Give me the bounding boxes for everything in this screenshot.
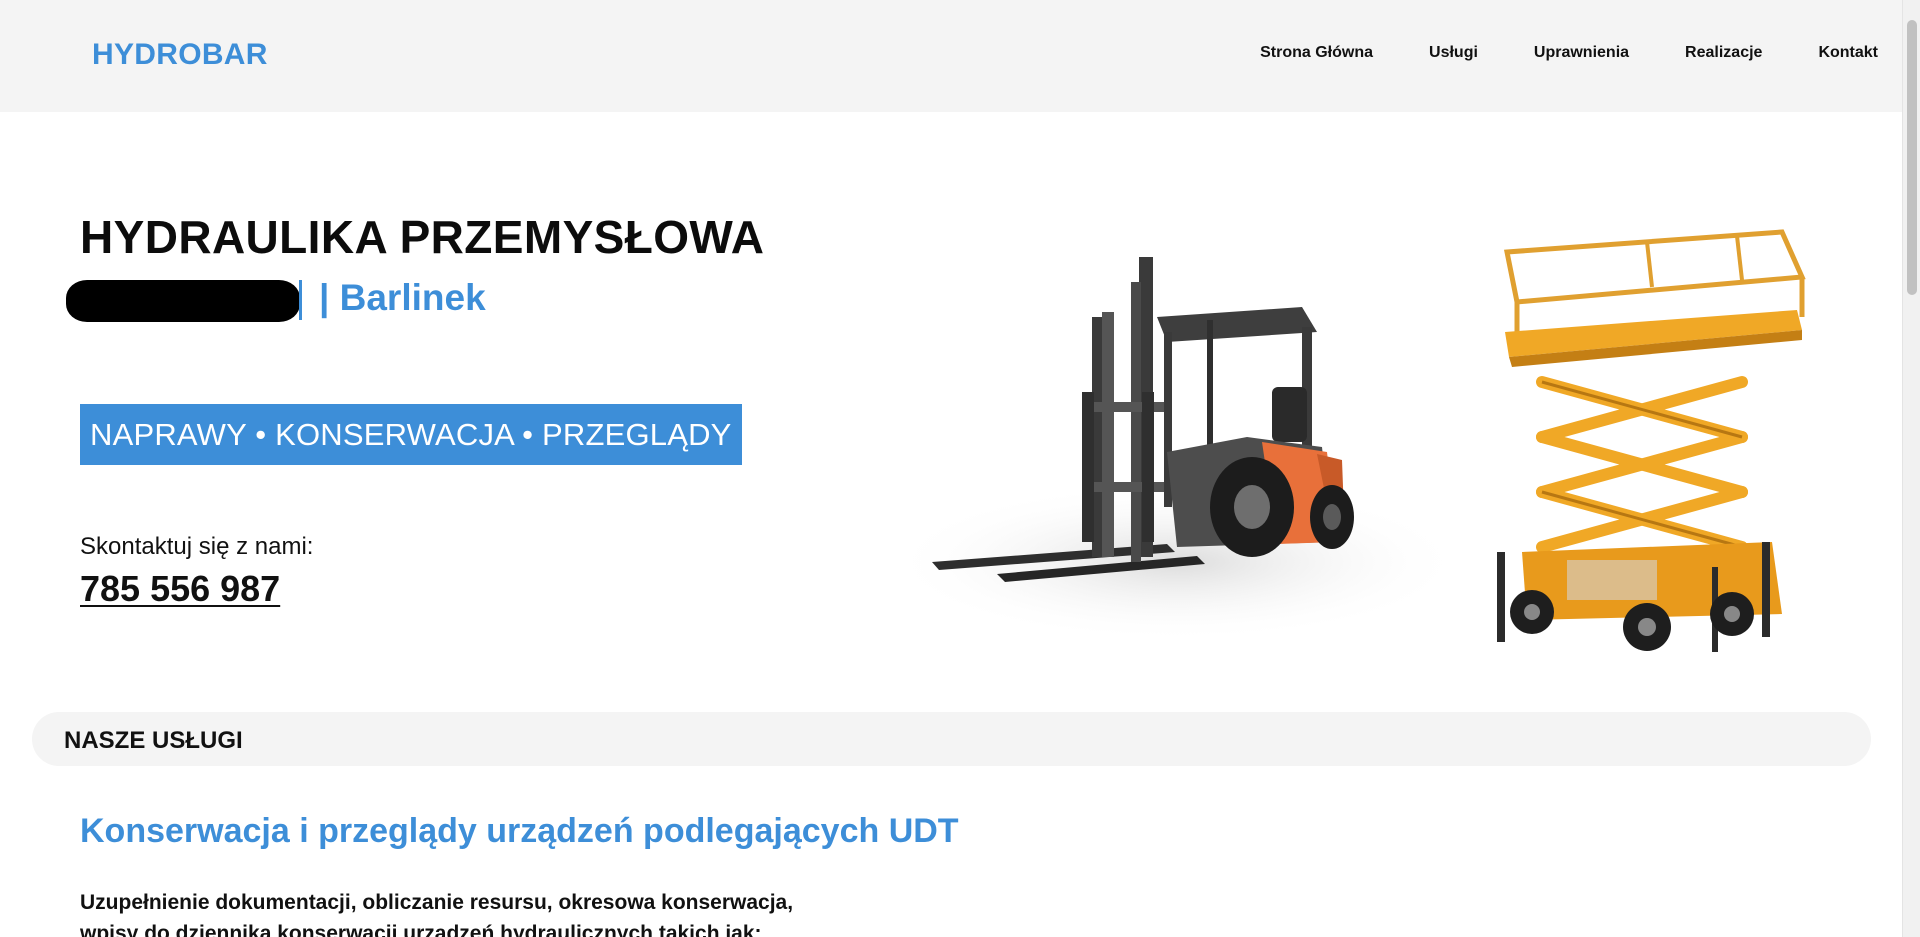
nav-item-services[interactable]: Usługi xyxy=(1429,44,1478,62)
hero-title: HYDRAULIKA PRZEMYSŁOWA xyxy=(80,211,765,263)
hero-illustration xyxy=(877,222,1807,692)
hero-city: | Barlinek xyxy=(319,277,486,318)
main-nav: Strona Główna Usługi Uprawnienia Realiza… xyxy=(1260,44,1878,62)
nav-item-permissions[interactable]: Uprawnienia xyxy=(1534,44,1629,62)
service-description: Uzupełnienie dokumentacji, obliczanie re… xyxy=(80,887,980,937)
phone-link[interactable]: 785 556 987 xyxy=(80,568,280,610)
services-section-title: NASZE USŁUGI xyxy=(64,727,243,754)
site-logo[interactable]: HYDROBAR xyxy=(92,38,268,72)
services-section-bar: NASZE USŁUGI xyxy=(32,712,1871,766)
redacted-text-block xyxy=(66,280,300,322)
hero-tagline: NAPRAWY • KONSERWACJA • PRZEGLĄDY xyxy=(80,404,742,465)
service-heading: Konserwacja i przeglądy urządzeń podlega… xyxy=(80,812,959,850)
scissor-lift-image xyxy=(1497,229,1806,652)
page-scrollbar[interactable] xyxy=(1902,0,1920,937)
nav-item-contact[interactable]: Kontakt xyxy=(1818,44,1878,62)
contact-label: Skontaktuj się z nami: xyxy=(80,533,314,560)
site-header: HYDROBAR Strona Główna Usługi Uprawnieni… xyxy=(0,0,1902,112)
nav-item-home[interactable]: Strona Główna xyxy=(1260,44,1373,62)
redaction-accent xyxy=(299,280,302,320)
service-description-line-2: wpisy do dziennika konserwacji urządzeń … xyxy=(80,922,762,937)
nav-item-projects[interactable]: Realizacje xyxy=(1685,44,1762,62)
forklift-image xyxy=(887,257,1467,642)
scrollbar-thumb[interactable] xyxy=(1907,20,1917,295)
service-description-line-1: Uzupełnienie dokumentacji, obliczanie re… xyxy=(80,891,794,914)
